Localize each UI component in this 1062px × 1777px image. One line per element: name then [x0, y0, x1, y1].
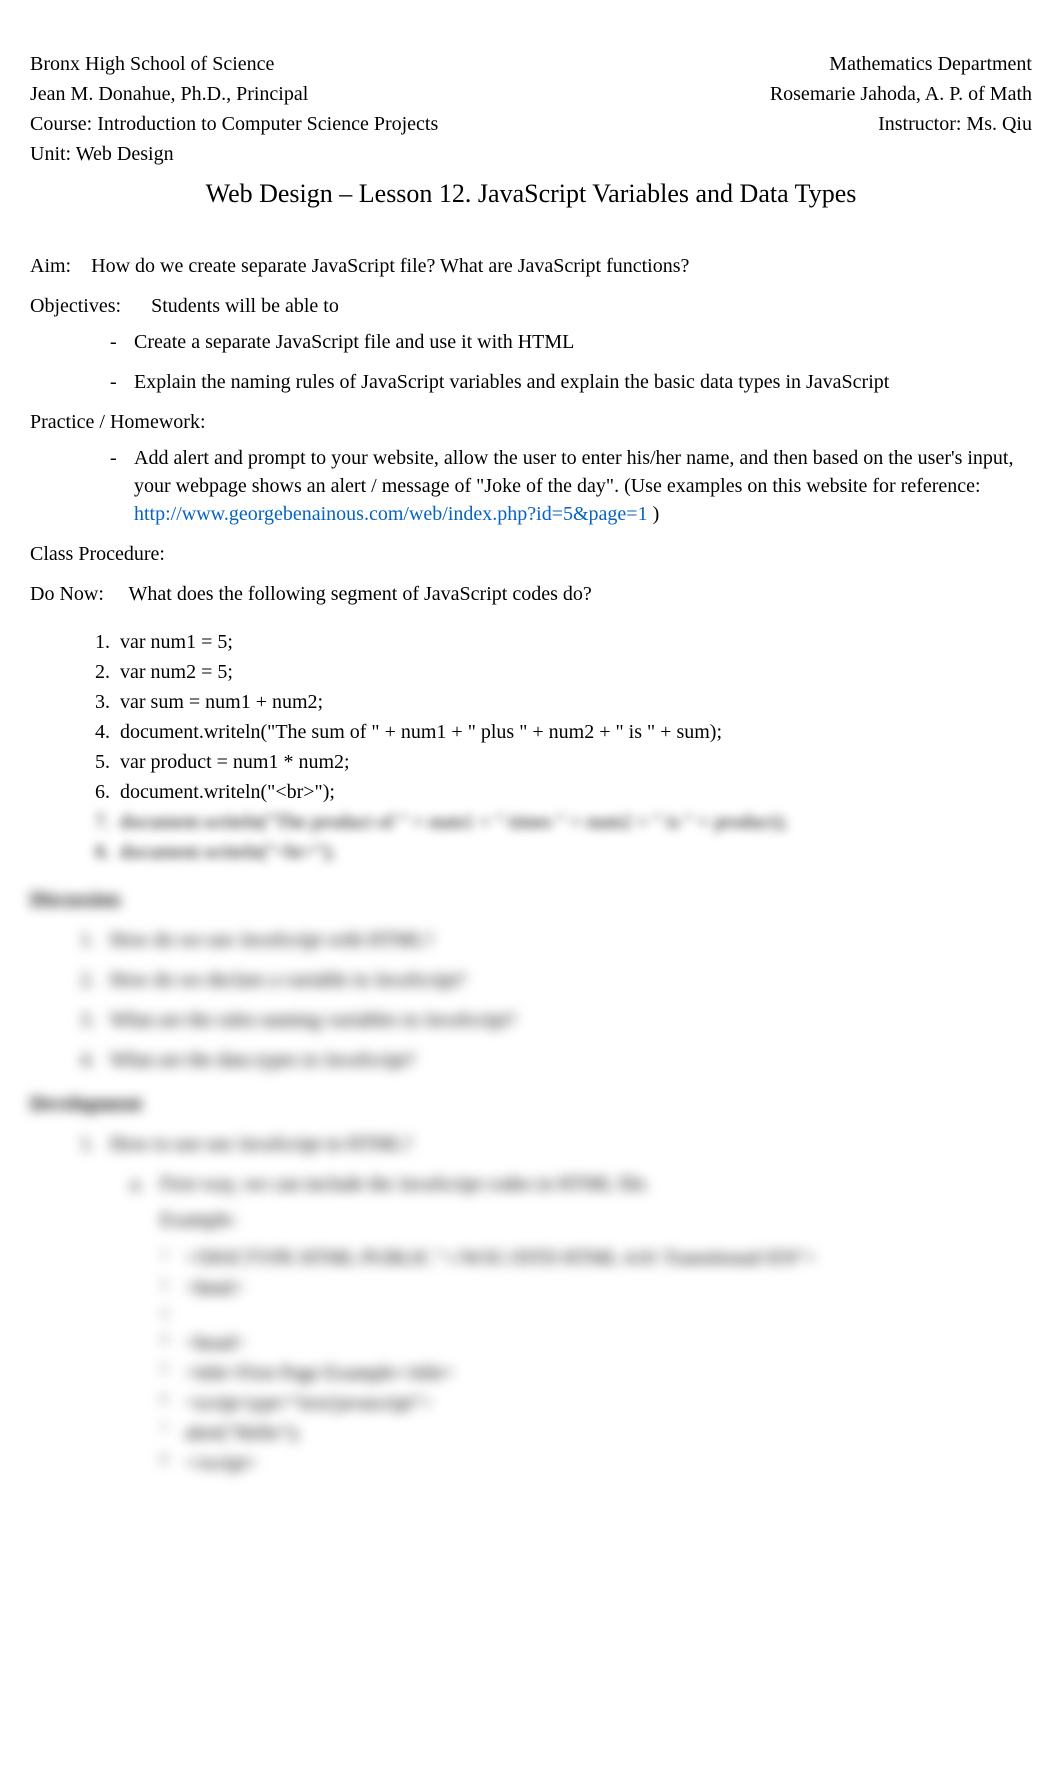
objective-item: - Create a separate JavaScript file and … [110, 328, 1032, 356]
class-procedure-label: Class Procedure: [30, 540, 1032, 568]
practice-item: - Add alert and prompt to your website, … [110, 444, 1032, 528]
aim-label: Aim: [30, 255, 71, 277]
principal-name: Jean M. Donahue, Ph.D., Principal [30, 80, 308, 108]
development-heading: Development [30, 1090, 1032, 1118]
objective-item: - Explain the naming rules of JavaScript… [110, 368, 1032, 396]
school-name: Bronx High School of Science [30, 50, 274, 78]
code-line: 6.document.writeln("<br>"); [80, 778, 1032, 806]
code-line: 2.var num2 = 5; [80, 658, 1032, 686]
do-now-section: Do Now: What does the following segment … [30, 580, 1032, 608]
code-line: 4.document.writeln("The sum of " + num1 … [80, 718, 1032, 746]
discussion-item: 2.How do we declare a variable in JavaSc… [80, 966, 1032, 994]
discussion-heading: Discussion [30, 886, 1032, 914]
objective-text: Explain the naming rules of JavaScript v… [134, 368, 1032, 396]
bullet-dash-icon: - [110, 444, 134, 528]
objectives-label: Objectives: [30, 295, 121, 317]
development-sub-item: a. First way, we can include the JavaScr… [130, 1170, 1032, 1198]
code-line: 1.var num1 = 5; [80, 628, 1032, 656]
bullet-dash-icon: - [110, 328, 134, 356]
development-item: 1.How to use use JavaScript in HTML? [80, 1130, 1032, 1158]
objectives-intro: Students will be able to [151, 295, 339, 317]
bullet-dash-icon: - [110, 368, 134, 396]
do-now-label: Do Now: [30, 583, 104, 605]
code-block: 1.var num1 = 5; 2.var num2 = 5; 3.var su… [80, 628, 1032, 866]
example-code-block: 1<!DOCTYPE HTML PUBLIC "-//W3C//DTD HTML… [160, 1244, 1032, 1476]
ap-name: Rosemarie Jahoda, A. P. of Math [770, 80, 1032, 108]
reference-link[interactable]: http://www.georgebenainous.com/web/index… [134, 503, 648, 525]
objective-text: Create a separate JavaScript file and us… [134, 328, 1032, 356]
code-line: 3.var sum = num1 + num2; [80, 688, 1032, 716]
code-line: 5.var product = num1 * num2; [80, 748, 1032, 776]
discussion-item: 4.What are the data types in JavaScript? [80, 1046, 1032, 1074]
aim-section: Aim: How do we create separate JavaScrip… [30, 252, 1032, 280]
course-name: Course: Introduction to Computer Science… [30, 110, 438, 138]
practice-section: Practice / Homework: - Add alert and pro… [30, 408, 1032, 528]
aim-text: How do we create separate JavaScript fil… [91, 255, 689, 277]
discussion-item: 3.What are the rules naming variables in… [80, 1006, 1032, 1034]
instructor-name: Instructor: Ms. Qiu [878, 110, 1032, 138]
practice-text: Add alert and prompt to your website, al… [134, 444, 1032, 528]
lesson-title: Web Design – Lesson 12. JavaScript Varia… [30, 176, 1032, 212]
example-label: Example: [160, 1206, 1032, 1234]
objectives-section: Objectives: Students will be able to - C… [30, 292, 1032, 396]
department-name: Mathematics Department [829, 50, 1032, 78]
unit-name: Unit: Web Design [30, 140, 174, 168]
class-procedure-section: Class Procedure: [30, 540, 1032, 568]
discussion-item: 1.How do we use JavaScript with HTML? [80, 926, 1032, 954]
practice-label: Practice / Homework: [30, 408, 1032, 436]
do-now-text: What does the following segment of JavaS… [129, 583, 592, 605]
code-line: 8.document.writeln("<br>"); [80, 838, 1032, 866]
code-line: 7.document.writeln("The product of " + n… [80, 808, 1032, 836]
blurred-content: Discussion 1.How do we use JavaScript wi… [30, 886, 1032, 1476]
